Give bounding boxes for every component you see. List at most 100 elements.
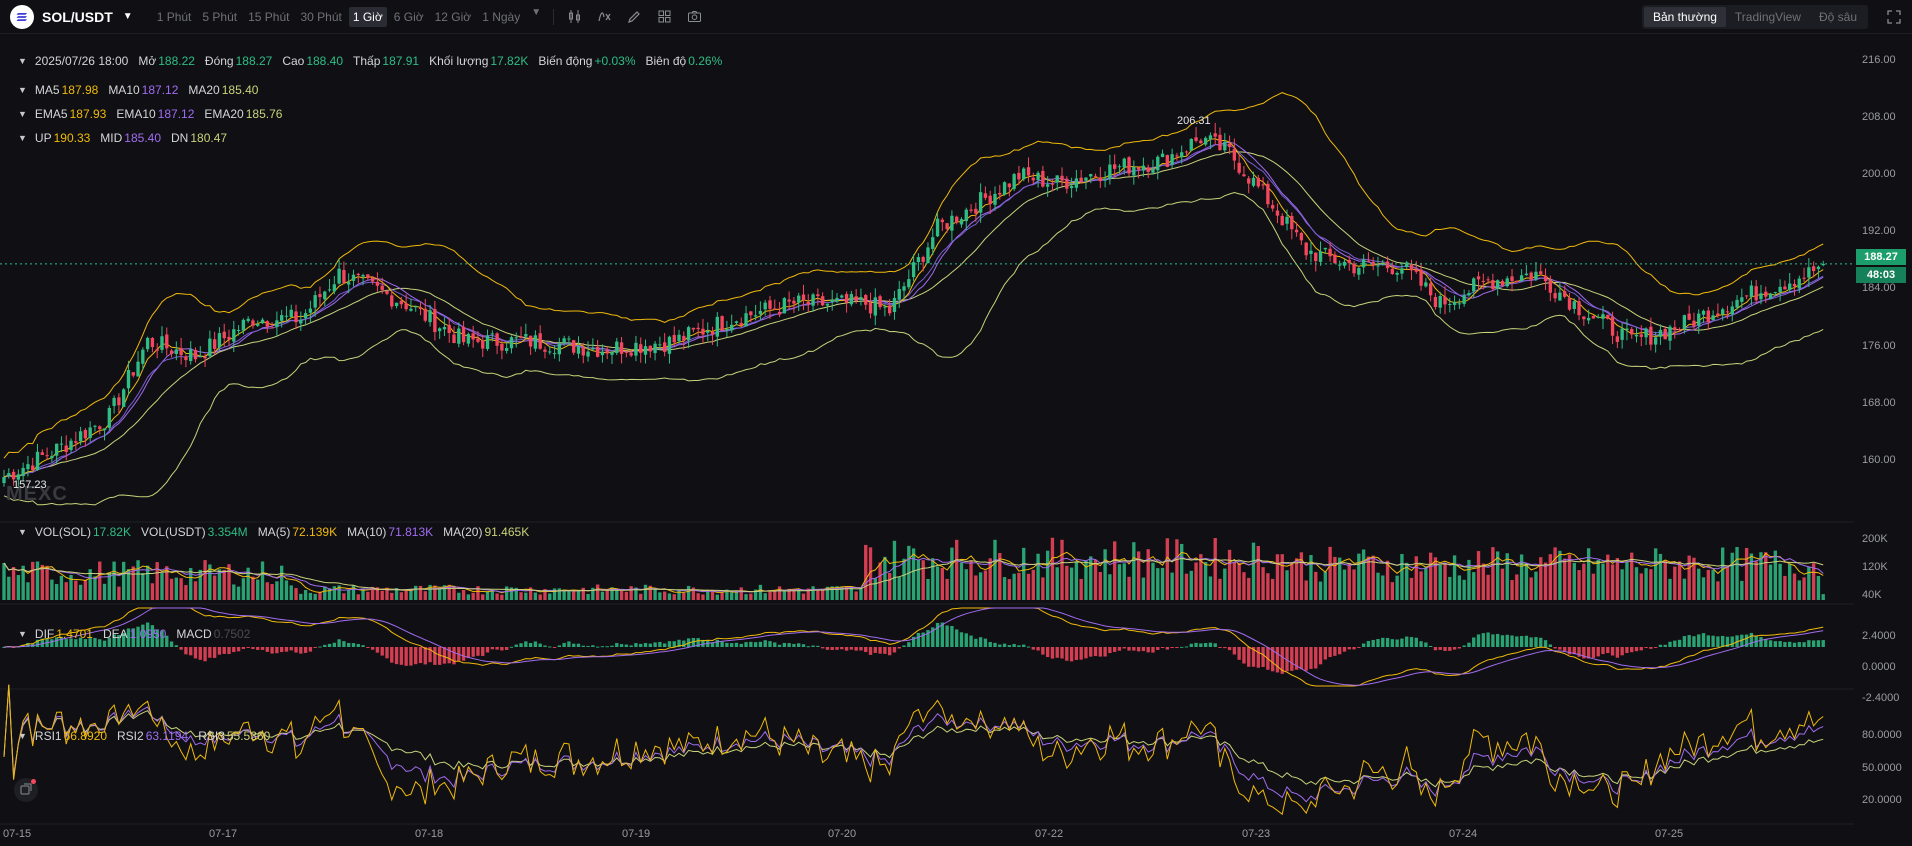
chevron-down-icon[interactable]: ▼ [18, 109, 27, 119]
volume-bar [59, 575, 64, 600]
volume-bar [1409, 577, 1414, 600]
settings-icon[interactable] [14, 778, 38, 802]
macd-histogram-bar [634, 643, 638, 647]
volume-bar [74, 580, 78, 600]
candle-body [1136, 167, 1141, 170]
interval-1h[interactable]: 1 Giờ [348, 6, 387, 27]
view-depth-button[interactable]: Độ sâu [1810, 7, 1866, 27]
macd-histogram-bar [1596, 647, 1600, 657]
ema20-value: 185.76 [245, 107, 283, 121]
macd-histogram-bar [782, 642, 787, 647]
volume-bar [1534, 571, 1538, 600]
candle-body [935, 218, 940, 237]
view-basic-button[interactable]: Bản thường [1643, 7, 1726, 27]
candle-body [375, 281, 380, 286]
close-label: Đóng [204, 54, 234, 68]
macd-histogram-bar [873, 647, 877, 653]
macd-histogram-bar [236, 647, 241, 652]
layout-grid-icon[interactable] [656, 9, 672, 25]
interval-1m[interactable]: 1 Phút [153, 7, 196, 27]
macd-histogram-bar [1773, 641, 1778, 647]
volume-bar [1031, 569, 1035, 600]
volume-bar [1725, 566, 1730, 600]
candle-body [1792, 283, 1797, 287]
chevron-down-icon[interactable]: ▼ [123, 11, 133, 22]
candle-body [682, 335, 686, 341]
volume-bar [1529, 577, 1533, 600]
chevron-down-icon[interactable]: ▼ [18, 527, 27, 537]
macd-histogram-bar [1457, 647, 1462, 649]
volume-bar [1711, 569, 1715, 600]
macd-histogram-bar [1002, 643, 1007, 647]
candle-body [978, 192, 983, 213]
macd-histogram-bar [959, 632, 964, 647]
interval-5m[interactable]: 5 Phút [198, 7, 241, 27]
macd-histogram-bar [619, 644, 624, 647]
candle-body [567, 338, 571, 340]
candle-body [1764, 291, 1768, 297]
volume-bar [251, 576, 255, 600]
macd-histogram-bar [749, 641, 753, 647]
candle-body [1156, 156, 1160, 171]
macd-histogram-bar [1759, 637, 1763, 647]
macd-histogram-bar [1716, 636, 1720, 647]
price-tick: 168.00 [1862, 397, 1896, 409]
macd-histogram-bar [864, 647, 868, 653]
draw-pencil-icon[interactable] [626, 9, 642, 25]
macd-histogram-bar [639, 643, 643, 647]
volume-bar [471, 592, 475, 600]
view-tradingview-button[interactable]: TradingView [1726, 7, 1810, 27]
ma10-value: 187.12 [141, 83, 179, 97]
candle-body [1481, 280, 1485, 282]
macd-histogram-bar [883, 647, 887, 654]
interval-6h[interactable]: 6 Giờ [390, 7, 428, 27]
macd-histogram-bar [1486, 632, 1490, 647]
interval-12h[interactable]: 12 Giờ [431, 7, 476, 27]
chevron-down-icon[interactable]: ▼ [18, 85, 27, 95]
macd-histogram-bar [720, 641, 724, 647]
volume-bar [1223, 568, 1227, 600]
macd-histogram-bar [1438, 647, 1442, 650]
volume-bar [1045, 550, 1050, 600]
candle-body [1089, 174, 1093, 177]
macd-histogram-bar [562, 642, 566, 647]
candle-body [380, 285, 384, 291]
volume-bar [1452, 555, 1457, 600]
volume-bar [916, 559, 921, 600]
chart-canvas[interactable] [0, 34, 1912, 846]
candlestick-type-icon[interactable] [566, 9, 582, 25]
candle-body [1194, 137, 1198, 141]
interval-15m[interactable]: 15 Phút [244, 7, 293, 27]
candle-body [591, 348, 595, 350]
candle-body [107, 407, 111, 428]
candle-body [1199, 140, 1203, 144]
chevron-down-icon[interactable]: ▼ [18, 133, 27, 143]
chevron-down-icon[interactable]: ▼ [531, 7, 541, 27]
interval-1d[interactable]: 1 Ngày [478, 7, 524, 27]
fullscreen-icon[interactable] [1886, 9, 1902, 25]
volume-tick: 40K [1862, 589, 1882, 601]
chevron-down-icon[interactable]: ▼ [18, 731, 27, 741]
trading-pair[interactable]: SOL/USDT [42, 9, 113, 25]
chevron-down-icon[interactable]: ▼ [18, 56, 27, 66]
camera-icon[interactable] [686, 9, 702, 25]
volume-bar [1275, 554, 1280, 600]
indicator-fx-icon[interactable] [596, 9, 612, 25]
volume-bar [1448, 576, 1452, 600]
macd-histogram-bar [1539, 637, 1543, 647]
macd-histogram-bar [768, 641, 772, 647]
candle-body [1108, 164, 1112, 179]
candle-body [1093, 175, 1098, 177]
candle-body [1309, 250, 1313, 254]
macd-histogram-bar [835, 647, 839, 650]
macd-histogram-bar [1625, 647, 1629, 653]
macd-histogram-bar [275, 647, 279, 654]
macd-histogram-bar [897, 647, 901, 649]
chevron-down-icon[interactable]: ▼ [18, 629, 27, 639]
volume-bar [538, 594, 542, 600]
candle-body [1759, 293, 1763, 300]
volume-bar [481, 594, 485, 600]
interval-30m[interactable]: 30 Phút [296, 7, 345, 27]
volume-bar [562, 590, 566, 600]
volume-bar [1740, 580, 1744, 600]
